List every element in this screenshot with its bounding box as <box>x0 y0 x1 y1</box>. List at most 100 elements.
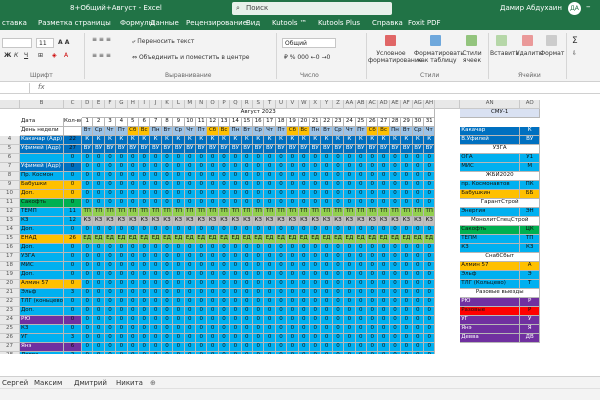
day-cell[interactable]: 0 <box>173 271 185 280</box>
day-cell[interactable]: 0 <box>401 343 413 352</box>
day-cell[interactable]: ЕД <box>332 235 345 244</box>
day-cell[interactable]: 0 <box>253 352 265 354</box>
day-cell[interactable]: ЕД <box>412 235 424 244</box>
day-cell[interactable]: 0 <box>378 316 390 325</box>
day-cell[interactable]: 0 <box>389 316 402 325</box>
day-cell[interactable]: 0 <box>275 181 288 190</box>
weekday-cell[interactable]: Вс <box>139 127 151 136</box>
day-cell[interactable]: 0 <box>287 262 299 271</box>
day-number[interactable]: 31 <box>424 118 436 127</box>
day-cell[interactable]: К <box>173 136 185 145</box>
day-cell[interactable]: 0 <box>275 190 288 199</box>
day-cell[interactable]: 0 <box>344 226 356 235</box>
day-cell[interactable]: КЗ <box>332 217 345 226</box>
column-header[interactable]: U <box>275 100 288 109</box>
day-cell[interactable]: 0 <box>378 307 390 316</box>
tab-data[interactable]: Данные <box>150 19 179 27</box>
day-cell[interactable]: 0 <box>424 271 436 280</box>
day-cell[interactable]: ВУ <box>253 145 265 154</box>
day-cell[interactable]: ЕД <box>104 235 117 244</box>
legend-item[interactable]: РЮ <box>460 298 521 307</box>
day-cell[interactable]: 0 <box>310 163 322 172</box>
day-cell[interactable]: 0 <box>150 271 162 280</box>
day-cell[interactable]: 0 <box>412 172 424 181</box>
day-cell[interactable]: 0 <box>253 253 265 262</box>
row-count[interactable]: 12 <box>64 217 82 226</box>
day-cell[interactable]: 0 <box>355 163 367 172</box>
weekday-cell[interactable]: Пн <box>389 127 402 136</box>
row-label[interactable]: Уфимей (Адр) <box>20 145 64 154</box>
day-cell[interactable]: 0 <box>412 280 424 289</box>
day-cell[interactable]: 0 <box>355 199 367 208</box>
day-cell[interactable]: 0 <box>150 244 162 253</box>
day-cell[interactable]: 0 <box>332 280 345 289</box>
day-cell[interactable]: 0 <box>287 280 299 289</box>
day-cell[interactable]: 0 <box>150 199 162 208</box>
day-cell[interactable]: К <box>184 136 196 145</box>
day-cell[interactable]: 0 <box>275 307 288 316</box>
day-cell[interactable]: 0 <box>139 172 151 181</box>
day-cell[interactable]: ВУ <box>150 145 162 154</box>
column-header[interactable]: AC <box>367 100 379 109</box>
day-cell[interactable]: 0 <box>218 172 231 181</box>
day-cell[interactable]: 0 <box>127 352 139 354</box>
row-count[interactable]: 0 <box>64 244 82 253</box>
day-number[interactable]: 9 <box>173 118 185 127</box>
day-cell[interactable]: 0 <box>139 181 151 190</box>
day-cell[interactable]: ТП <box>412 208 424 217</box>
day-cell[interactable]: 0 <box>344 244 356 253</box>
day-cell[interactable]: ТП <box>424 208 436 217</box>
day-number[interactable]: 10 <box>184 118 196 127</box>
legend-item[interactable]: Сакофть <box>460 226 521 235</box>
day-cell[interactable]: КЗ <box>207 217 219 226</box>
day-cell[interactable]: 0 <box>310 253 322 262</box>
day-cell[interactable]: ЕД <box>139 235 151 244</box>
day-cell[interactable]: К <box>161 136 174 145</box>
italic-icon[interactable]: К <box>14 52 18 59</box>
day-cell[interactable]: 0 <box>321 307 333 316</box>
day-cell[interactable]: 0 <box>127 334 139 343</box>
day-cell[interactable]: 0 <box>344 262 356 271</box>
day-cell[interactable]: ЕД <box>287 235 299 244</box>
day-cell[interactable]: 0 <box>196 298 208 307</box>
day-cell[interactable]: 0 <box>412 307 424 316</box>
sheet-tab[interactable]: Никита <box>116 379 143 387</box>
day-cell[interactable]: ТП <box>310 208 322 217</box>
day-cell[interactable]: 0 <box>401 271 413 280</box>
legend-code[interactable]: ББ <box>520 190 541 199</box>
day-cell[interactable]: 0 <box>344 163 356 172</box>
legend-code[interactable]: Т <box>520 280 541 289</box>
row-count[interactable]: 11 <box>64 208 82 217</box>
day-cell[interactable]: 0 <box>332 316 345 325</box>
day-cell[interactable]: 0 <box>378 325 390 334</box>
day-cell[interactable]: 0 <box>424 352 436 354</box>
day-cell[interactable]: 0 <box>139 262 151 271</box>
day-cell[interactable]: 0 <box>161 307 174 316</box>
day-cell[interactable]: 0 <box>161 181 174 190</box>
day-cell[interactable]: 0 <box>401 172 413 181</box>
day-cell[interactable]: 0 <box>367 325 379 334</box>
day-cell[interactable]: 0 <box>253 226 265 235</box>
day-cell[interactable]: 0 <box>367 154 379 163</box>
day-cell[interactable]: 0 <box>321 172 333 181</box>
day-cell[interactable]: К <box>264 136 276 145</box>
day-cell[interactable]: 0 <box>139 352 151 354</box>
day-cell[interactable]: 0 <box>93 325 105 334</box>
day-cell[interactable]: 0 <box>116 280 128 289</box>
legend-item[interactable]: Янэ <box>460 325 521 334</box>
legend-code[interactable]: ЦК <box>520 226 541 235</box>
weekday-cell[interactable]: Ср <box>253 127 265 136</box>
column-header[interactable]: O <box>207 100 219 109</box>
day-cell[interactable]: 0 <box>378 181 390 190</box>
day-cell[interactable]: 0 <box>310 226 322 235</box>
day-cell[interactable]: 0 <box>253 262 265 271</box>
day-cell[interactable]: 0 <box>161 253 174 262</box>
day-cell[interactable]: 0 <box>321 163 333 172</box>
day-cell[interactable]: ТП <box>116 208 128 217</box>
legend-code[interactable]: ВУ <box>520 136 541 145</box>
day-cell[interactable]: 0 <box>196 352 208 354</box>
day-cell[interactable]: 0 <box>253 307 265 316</box>
day-cell[interactable]: 0 <box>173 262 185 271</box>
column-header[interactable]: E <box>93 100 105 109</box>
day-cell[interactable]: 0 <box>218 334 231 343</box>
